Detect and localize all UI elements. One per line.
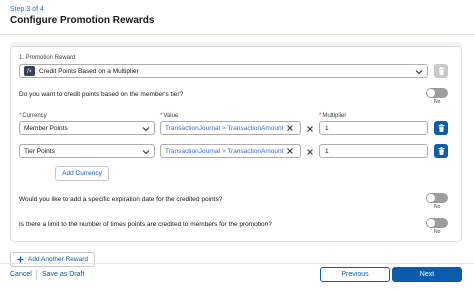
limit-question: Is there a limit to the number of times … bbox=[19, 221, 272, 228]
currency-column-label: *Currency bbox=[19, 113, 47, 119]
currency-select-value: Tier Points bbox=[24, 147, 55, 155]
page-title: Configure Promotion Rewards bbox=[10, 15, 155, 26]
value-field-text: TransactionJournal > TransactionAmount bbox=[165, 124, 284, 132]
expiration-toggle[interactable] bbox=[426, 193, 448, 203]
tier-question: Do you want to credit points based on th… bbox=[19, 91, 184, 98]
delete-currency-button[interactable] bbox=[434, 144, 448, 158]
toggle-knob bbox=[427, 219, 435, 227]
trash-icon bbox=[438, 67, 444, 75]
chevron-down-icon bbox=[142, 150, 150, 155]
value-field-text: TransactionJournal > TransactionAmount bbox=[165, 147, 284, 155]
tier-toggle-label: No bbox=[434, 99, 441, 105]
add-currency-button[interactable]: Add Currency bbox=[55, 166, 109, 181]
trash-icon bbox=[438, 147, 444, 155]
delete-currency-button[interactable] bbox=[434, 121, 448, 135]
multiply-icon bbox=[307, 126, 313, 132]
multiplier-input[interactable]: 1 bbox=[319, 121, 428, 135]
value-field[interactable]: TransactionJournal > TransactionAmount bbox=[160, 144, 301, 158]
expiration-toggle-label: No bbox=[434, 204, 441, 210]
plus-icon bbox=[17, 256, 24, 263]
step-indicator: Step 3 of 4 bbox=[10, 6, 44, 13]
footer-divider bbox=[0, 263, 474, 264]
toggle-knob bbox=[427, 194, 435, 202]
clear-icon[interactable] bbox=[286, 147, 294, 155]
reward-type-select[interactable]: fx Credit Points Based on a Multiplier bbox=[19, 64, 428, 78]
page-header: Step 3 of 4 Configure Promotion Rewards bbox=[0, 0, 474, 34]
previous-button[interactable]: Previous bbox=[320, 267, 390, 282]
limit-toggle-label: No bbox=[434, 229, 441, 235]
chevron-down-icon bbox=[415, 70, 423, 75]
clear-icon[interactable] bbox=[286, 124, 294, 132]
next-button[interactable]: Next bbox=[392, 267, 462, 282]
multiplier-input[interactable]: 1 bbox=[319, 144, 428, 158]
chevron-down-icon bbox=[142, 127, 150, 132]
currency-select[interactable]: Tier Points bbox=[19, 144, 155, 158]
expiration-question: Would you like to add a specific expirat… bbox=[19, 196, 223, 203]
multiplier-column-label: *Multiplier bbox=[319, 113, 347, 119]
toggle-knob bbox=[427, 89, 435, 97]
value-field[interactable]: TransactionJournal > TransactionAmount bbox=[160, 121, 301, 135]
multiply-icon bbox=[307, 149, 313, 155]
reward-type-value: Credit Points Based on a Multiplier bbox=[39, 67, 139, 75]
trash-icon bbox=[438, 124, 444, 132]
tier-toggle[interactable] bbox=[426, 88, 448, 98]
value-column-label: *Value bbox=[160, 113, 179, 119]
cancel-link[interactable]: Cancel bbox=[10, 271, 32, 278]
promotion-reward-label: 1. Promotion Reward bbox=[19, 55, 76, 61]
delete-reward-button[interactable] bbox=[434, 64, 448, 78]
formula-icon: fx bbox=[24, 66, 35, 76]
footer-separator bbox=[36, 270, 37, 279]
currency-select[interactable]: Member Points bbox=[19, 121, 155, 135]
header-divider bbox=[0, 34, 474, 35]
save-as-draft-link[interactable]: Save as Draft bbox=[42, 271, 84, 278]
currency-select-value: Member Points bbox=[24, 124, 68, 132]
add-another-reward-button[interactable]: Add Another Reward bbox=[10, 252, 95, 267]
add-another-reward-label: Add Another Reward bbox=[28, 256, 88, 263]
limit-toggle[interactable] bbox=[426, 218, 448, 228]
